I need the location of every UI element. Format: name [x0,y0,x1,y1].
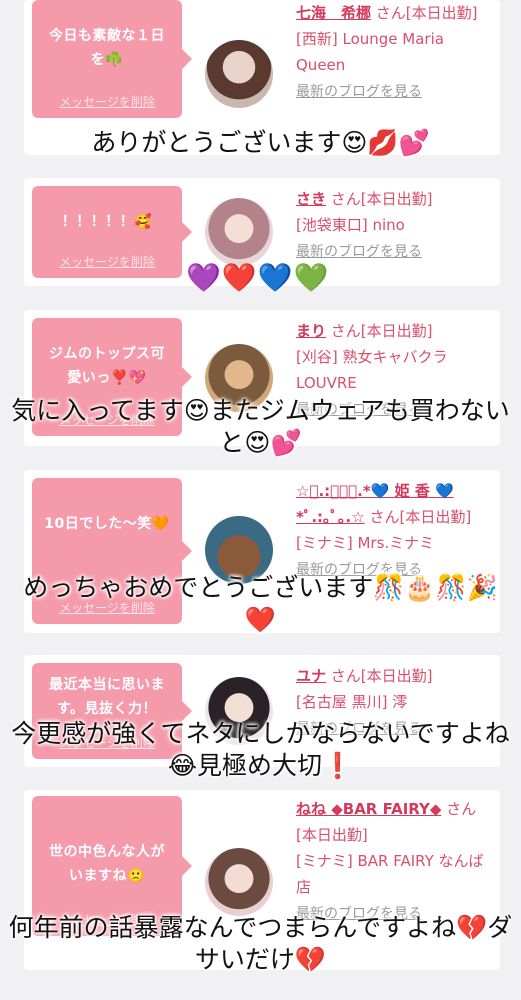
latest-blog-link[interactable]: 最新のブログを見る [296,244,422,260]
message-text: 世の中色んな人がいますね🙁 [49,844,165,884]
store-name: [ミナミ] BAR FAIRY なんば店 [296,852,484,896]
store-name: [池袋東口] nino [296,216,405,234]
cast-status: さん[本日出勤] [369,508,472,526]
caption-overlay: 今更感が強くてネタにしかならないですよね😂見極め大切❗️ [11,719,510,780]
delete-message-link[interactable]: メッセージを削除 [32,93,182,110]
store-name: [ミナミ] Mrs.ミナミ [296,534,435,552]
store-name: [名古屋 黒川] 澪 [296,693,408,711]
cast-info: ☆ﾟ.:｡ﾟ｡.*💙 姫 香 💙*ﾟ.:｡ﾟ｡.☆ さん[本日出勤] [ミナミ]… [296,478,496,583]
avatar[interactable] [205,40,273,108]
store-name: [刈谷] 熟女キャバクラ LOUVRE [296,348,448,392]
message-text: ジムのトップス可愛いっ❣️💖 [49,346,165,386]
cast-name-link[interactable]: まり [296,322,326,340]
cast-name-link[interactable]: ユナ [296,667,326,685]
cast-info: ねね ◆BAR FAIRY◆ さん[本日出勤] [ミナミ] BAR FAIRY … [296,796,496,927]
cast-status: さん[本日出勤] [330,322,433,340]
cast-name-link[interactable]: さき [296,190,326,208]
cast-info: さき さん[本日出勤] [池袋東口] nino 最新のブログを見る [296,186,496,265]
avatar[interactable] [205,848,273,916]
message-text: ！！！！！🥰 [61,214,153,230]
cast-status: さん[本日出勤] [330,667,433,685]
caption-overlay: めっちゃおめでとうございます🎊🎂🎊🎉❤️ [23,573,498,634]
delete-message-link[interactable]: メッセージを削除 [32,253,182,270]
cast-name-link[interactable]: ねね ◆BAR FAIRY◆ [296,800,441,818]
caption-overlay: 何年前の話暴露なんでつまらんですよね💔ダサいだけ💔 [8,913,513,974]
message-text: 今日も素敵な１日を☘️ [49,28,165,68]
cast-info: 七海 希梛 さん[本日出勤] [西新] Lounge Maria Queen 最… [296,0,496,105]
caption-overlay: ありがとうございます😍💋💕 [91,128,430,157]
cast-status: さん[本日出勤] [375,4,478,22]
caption-overlay: 💜❤️💙💚 [186,261,330,294]
latest-blog-link[interactable]: 最新のブログを見る [296,84,422,100]
message-bubble: 今日も素敵な１日を☘️ メッセージを削除 [32,0,192,118]
message-bubble: ！！！！！🥰 メッセージを削除 [32,186,192,278]
cast-status: さん[本日出勤] [330,190,433,208]
caption-overlay: 気に入ってます😍またジムウェアも買わないと😍💕 [11,396,510,457]
message-text: 10日でした〜笑🧡 [44,516,170,532]
avatar[interactable] [205,198,273,266]
cast-name-link[interactable]: 七海 希梛 [296,4,371,22]
store-name: [西新] Lounge Maria Queen [296,30,444,74]
message-text: 最近本当に思います。見抜く力！ [49,677,165,717]
